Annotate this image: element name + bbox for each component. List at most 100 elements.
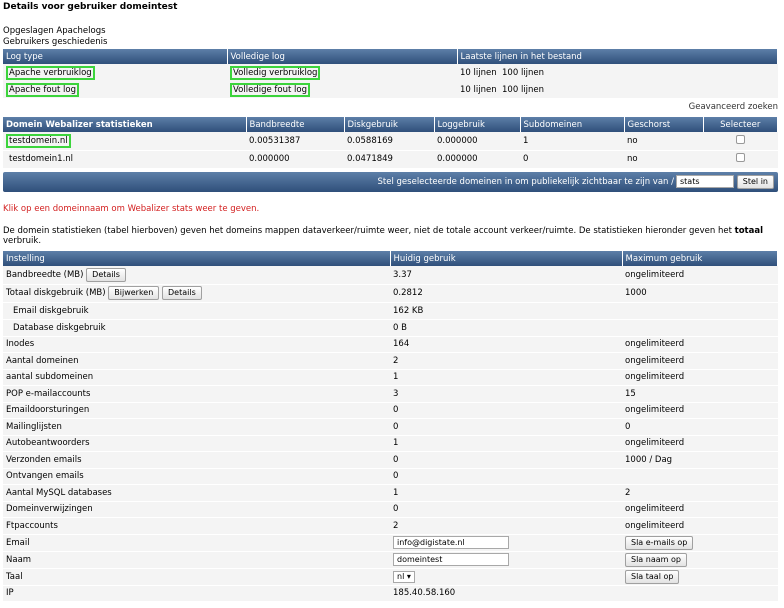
setting-label: Aantal MySQL databases [3,484,390,502]
webalizer-hint: Klik op een domeinnaam om Webalizer stat… [3,204,260,214]
bandwidth-details-button[interactable]: Details [86,267,126,282]
setting-label: Autobeantwoorders [3,435,390,452]
logs-table: Log type Volledige log Laatste lijnen in… [3,49,778,98]
domains-table: Domein Webalizer statistieken Bandbreedt… [3,117,778,169]
email-label: Email [3,534,390,552]
table-row: Aantal domeinen 2 ongelimiteerd [3,352,778,370]
usage-header-max: Maximum gebruik [622,251,778,266]
update-disk-button[interactable]: Bijwerken [108,286,160,300]
set-public-button[interactable]: Stel in [736,175,774,189]
current-value: 3.37 [390,266,622,285]
setting-label: Mailinglijsten [3,418,390,436]
max-value: ongelimiteerd [622,435,778,452]
domain-log: 0.000000 [434,132,520,151]
apache-error-log-link[interactable]: Apache fout log [6,82,79,97]
current-value: 1 [390,369,622,386]
current-value: 0 [390,451,622,469]
logs-header-type: Log type [3,49,228,64]
table-row: Apache fout log Volledige fout log 10 li… [3,81,778,98]
setting-label: Domeinverwijzingen [3,501,390,518]
usage-table: Instelling Huidig gebruik Maximum gebrui… [3,251,778,602]
table-row: Domeinverwijzingen 0 ongelimiteerd [3,501,778,518]
current-value: 0 [390,418,622,436]
current-value: 2 [390,352,622,370]
table-row: Email diskgebruik 162 KB [3,302,778,320]
domain-link[interactable]: testdomein1.nl [6,152,76,166]
language-select[interactable]: nl ▾ [393,570,415,583]
current-value: 164 [390,336,622,353]
max-value: ongelimiteerd [622,501,778,518]
stats-path-input[interactable]: stats [676,175,734,188]
domains-header-bandwidth: Bandbreedte [246,117,345,132]
table-row: Inodes 164 ongelimiteerd [3,336,778,353]
ip-value: 185.40.58.160 [390,585,622,602]
domain-select-checkbox[interactable] [735,134,745,144]
max-value [622,302,778,320]
current-value: 0 B [390,319,622,337]
domains-header-log: Loggebruik [434,117,521,132]
current-value: 0.2812 [390,284,622,303]
domain-select-checkbox[interactable] [735,153,745,162]
current-value: 0 [390,402,622,419]
table-row: Email info@digistate.nl Sla e-mails op [3,534,778,552]
public-stats-label: Stel geselecteerde domeinen in om publie… [377,177,674,187]
max-value: ongelimiteerd [622,352,778,370]
access-100-lines-link[interactable]: 100 lijnen [502,68,544,78]
save-name-button[interactable]: Sla naam op [625,552,687,567]
access-10-lines-link[interactable]: 10 lijnen [460,68,497,78]
apache-access-log-link[interactable]: Apache verbruiklog [6,65,95,80]
current-value: 0 [390,468,622,485]
full-error-log-link[interactable]: Volledige fout log [230,82,310,97]
table-row: testdomein1.nl 0.000000 0.0471849 0.0000… [3,150,778,169]
usage-header-setting: Instelling [3,251,391,266]
chevron-down-icon: ▾ [406,571,411,581]
save-emails-button[interactable]: Sla e-mails op [625,535,694,550]
user-history-link[interactable]: Gebruikers geschiedenis [3,37,107,47]
domain-subdomains: 0 [520,150,624,169]
setting-label: Inodes [3,336,390,353]
current-value: 1 [390,484,622,502]
table-row: aantal subdomeinen 1 ongelimiteerd [3,369,778,386]
max-value: 0 [622,418,778,436]
domain-disk: 0.0588169 [344,132,434,151]
save-language-button[interactable]: Sla taal op [625,569,680,584]
max-value: ongelimiteerd [622,402,778,419]
setting-label: Database diskgebruik [3,319,390,337]
domains-header-subdomains: Subdomeinen [520,117,625,132]
domains-header-select: Selecteer [703,117,778,132]
domain-suspended: no [624,150,703,169]
email-field[interactable]: info@digistate.nl [393,536,509,549]
full-access-log-link[interactable]: Volledig verbruiklog [230,65,321,80]
current-value: 0 [390,501,622,518]
apache-logs-link[interactable]: Opgeslagen Apachelogs [3,26,106,36]
setting-label: Emaildoorsturingen [3,402,390,419]
error-10-lines-link[interactable]: 10 lijnen [460,85,497,95]
table-row: testdomein.nl 0.00531387 0.0588169 0.000… [3,132,778,151]
table-row: Totaal diskgebruik (MB) Bijwerken Detail… [3,284,778,303]
domains-header-disk: Diskgebruik [344,117,435,132]
advanced-search-link[interactable]: Geavanceerd zoeken [689,102,778,112]
language-label: Taal [3,568,390,586]
current-value: 2 [390,517,622,535]
logs-header-lines: Laatste lijnen in het bestand [457,49,778,64]
domain-bandwidth: 0.000000 [246,150,344,169]
disk-details-button[interactable]: Details [162,286,202,300]
table-row: IP 185.40.58.160 [3,585,778,602]
domains-header-name: Domein Webalizer statistieken [3,117,247,132]
max-value: 1000 / Dag [622,451,778,469]
current-value: 3 [390,385,622,403]
domains-header-suspended: Geschorst [624,117,704,132]
setting-label: POP e-mailaccounts [3,385,390,403]
error-100-lines-link[interactable]: 100 lijnen [502,85,544,95]
setting-label: aantal subdomeinen [3,369,390,386]
table-row: POP e-mailaccounts 3 15 [3,385,778,403]
max-value [622,319,778,337]
domain-log: 0.000000 [434,150,520,169]
name-field[interactable]: domeintest [393,553,509,566]
current-value: 1 [390,435,622,452]
table-row: Emaildoorsturingen 0 ongelimiteerd [3,402,778,419]
domain-link[interactable]: testdomein.nl [6,133,71,148]
public-stats-bar: Stel geselecteerde domeinen in om publie… [3,172,778,192]
max-value: ongelimiteerd [622,336,778,353]
setting-label: Ontvangen emails [3,468,390,485]
